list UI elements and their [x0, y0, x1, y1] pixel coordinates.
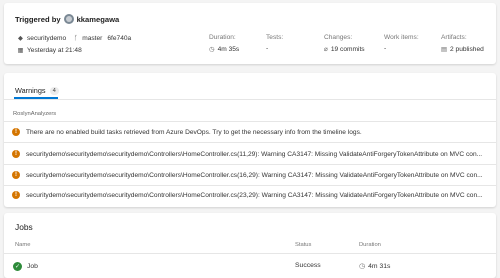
header-divider	[4, 253, 496, 254]
branch-link[interactable]: master	[82, 35, 102, 42]
job-name-cell: ✓ Job	[13, 262, 38, 271]
job-name[interactable]: Job	[27, 263, 38, 270]
changes-column: Changes: ⌀ 19 commits	[324, 34, 365, 53]
warning-row[interactable]: ! securitydemo\securitydemo\securitydemo…	[4, 166, 496, 184]
user-name[interactable]: kkamegawa	[77, 15, 120, 24]
row-divider	[4, 142, 496, 143]
tests-label: Tests:	[266, 34, 284, 41]
commit-icon: ⌀	[324, 46, 328, 53]
triggered-by: Triggered by kkamegawa	[15, 14, 119, 24]
warning-icon: !	[12, 191, 20, 199]
run-time: ▦ Yesterday at 21:48	[17, 46, 82, 55]
issue-group-label: RoslynAnalyzers	[13, 111, 57, 117]
warning-icon: !	[12, 128, 20, 136]
artifacts-column: Artifacts: ▤ 2 published	[441, 34, 484, 53]
success-check-icon: ✓	[13, 262, 22, 271]
calendar-icon: ▦	[17, 47, 24, 54]
tests-value: -	[266, 45, 269, 52]
repo-icon: ◆	[18, 35, 23, 42]
row-divider	[4, 164, 496, 165]
job-status: Success	[295, 262, 321, 269]
group-divider	[4, 121, 496, 122]
branch-icon: ᚴ	[73, 34, 78, 42]
warnings-count-badge: 4	[49, 86, 59, 95]
clock-icon: ◷	[209, 46, 215, 53]
work-items-column: Work items: -	[384, 34, 419, 52]
tab-divider	[4, 99, 496, 100]
commit-link[interactable]: 6fe740a	[107, 35, 131, 42]
warning-message: There are no enabled build tasks retriev…	[26, 128, 362, 136]
duration-value: 4m 35s	[217, 45, 240, 53]
work-items-value: -	[384, 45, 387, 52]
duration-column: Duration: ◷ 4m 35s	[209, 34, 239, 53]
column-header-duration: Duration	[359, 242, 381, 248]
triggered-by-label: Triggered by	[15, 14, 61, 24]
warning-icon: !	[12, 171, 20, 179]
tab-warnings-label: Warnings	[15, 86, 46, 95]
jobs-card: Jobs Name Status Duration ✓ Job Success …	[4, 213, 496, 278]
duration-label: Duration:	[209, 34, 236, 41]
artifact-icon: ▤	[441, 46, 448, 53]
job-duration-cell: ◷ 4m 31s	[359, 262, 391, 271]
warnings-card: Warnings 4 RoslynAnalyzers ! There are n…	[4, 73, 496, 207]
timestamp: Yesterday at 21:48	[27, 46, 82, 54]
column-header-name: Name	[15, 242, 31, 248]
tests-column: Tests: -	[266, 34, 283, 52]
source-info: ◆ securitydemo ᚴ master 6fe740a	[17, 34, 131, 43]
jobs-title: Jobs	[15, 222, 33, 232]
avatar[interactable]	[63, 14, 74, 24]
changes-link[interactable]: 19 commits	[331, 46, 365, 53]
column-header-status: Status	[295, 242, 312, 248]
warning-row[interactable]: ! securitydemo\securitydemo\securitydemo…	[4, 186, 496, 204]
warning-row[interactable]: ! securitydemo\securitydemo\securitydemo…	[4, 145, 496, 163]
warning-icon: !	[12, 150, 20, 158]
warning-message: securitydemo\securitydemo\securitydemo\C…	[26, 171, 483, 179]
job-duration: 4m 31s	[368, 262, 391, 270]
work-items-label: Work items:	[384, 34, 419, 41]
tab-warnings[interactable]: Warnings 4	[15, 86, 59, 95]
warning-message: securitydemo\securitydemo\securitydemo\C…	[26, 191, 483, 199]
warning-row[interactable]: ! There are no enabled build tasks retri…	[4, 123, 496, 141]
run-summary-card: Triggered by kkamegawa ◆ securitydemo ᚴ …	[4, 3, 496, 64]
artifacts-link[interactable]: 2 published	[450, 46, 484, 53]
changes-label: Changes:	[324, 34, 353, 41]
clock-icon: ◷	[359, 263, 366, 270]
warning-message: securitydemo\securitydemo\securitydemo\C…	[26, 150, 483, 158]
artifacts-label: Artifacts:	[441, 34, 467, 41]
repository-link[interactable]: securitydemo	[27, 35, 66, 42]
